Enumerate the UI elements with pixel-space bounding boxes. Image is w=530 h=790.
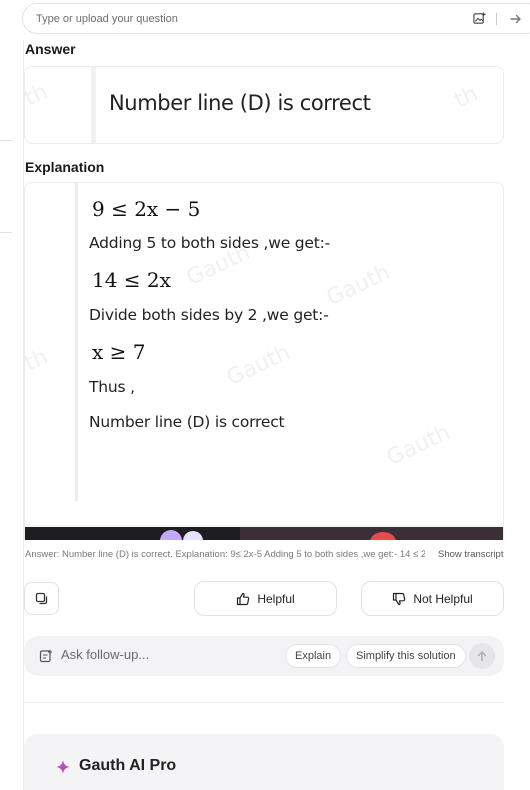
show-transcript-link[interactable]: Show transcript: [438, 549, 503, 560]
explain-chip[interactable]: Explain: [285, 644, 342, 668]
explanation-card-rule: [75, 183, 78, 501]
step-2-text: Divide both sides by 2 ,we get:-: [89, 306, 329, 324]
video-thumbnail-strip[interactable]: [25, 525, 503, 540]
watermark: th: [24, 344, 52, 377]
answer-text: Number line (D) is correct: [109, 91, 371, 115]
send-button[interactable]: [469, 643, 495, 669]
question-input[interactable]: [36, 12, 456, 25]
left-tick-mark: [0, 140, 12, 141]
helpful-label: Helpful: [257, 591, 295, 606]
explanation-heading: Explanation: [25, 159, 105, 175]
arrow-up-icon: [477, 651, 487, 662]
not-helpful-label: Not Helpful: [413, 591, 473, 606]
sparkle-icon: [56, 760, 70, 774]
section-divider: [24, 702, 504, 703]
equation-1: 9 ≤ 2x − 5: [92, 197, 201, 221]
edit-note-icon: [39, 650, 52, 663]
copy-icon: [35, 592, 47, 604]
follow-up-bar[interactable]: Explain Simplify this solution: [24, 636, 504, 676]
not-helpful-button[interactable]: Not Helpful: [361, 581, 504, 616]
answer-card: th th Number line (D) is correct: [24, 66, 504, 144]
watermark: Gauth: [322, 260, 395, 311]
step-4-text: Number line (D) is correct: [89, 413, 285, 431]
video-progress-track: [25, 525, 503, 527]
explanation-video-card[interactable]: Gauth Gauth Gauth Gauth th 9 ≤ 2x − 5 Ad…: [24, 182, 504, 540]
thumbs-up-icon: [237, 592, 250, 605]
video-strip-shape: [183, 531, 203, 540]
video-strip-shape: [160, 530, 182, 540]
answer-heading: Answer: [25, 41, 76, 57]
watermark: Gauth: [382, 420, 455, 471]
image-upload-icon[interactable]: [473, 12, 486, 25]
watermark: th: [24, 79, 52, 112]
watermark: Gauth: [222, 340, 295, 391]
search-bar-separator: [496, 13, 497, 25]
transcript-preview: Answer: Number line (D) is correct. Expl…: [25, 549, 425, 560]
gauth-pro-title: Gauth AI Pro: [79, 757, 177, 774]
follow-up-input[interactable]: [61, 647, 261, 662]
helpful-button[interactable]: Helpful: [194, 581, 337, 616]
watermark: th: [450, 81, 482, 114]
thumbs-down-icon: [393, 592, 406, 605]
left-tick-mark: [0, 232, 12, 233]
simplify-solution-chip[interactable]: Simplify this solution: [346, 644, 466, 668]
step-1-text: Adding 5 to both sides ,we get:-: [89, 234, 331, 252]
question-search-bar[interactable]: [22, 3, 530, 34]
copy-button[interactable]: [24, 582, 59, 615]
answer-card-rule: [91, 67, 96, 143]
step-3-text: Thus ,: [89, 378, 135, 396]
equation-3: x ≥ 7: [92, 340, 146, 364]
arrow-right-icon[interactable]: [507, 10, 525, 28]
gauth-pro-card[interactable]: Gauth AI Pro: [24, 734, 504, 790]
equation-2: 14 ≤ 2x: [92, 268, 171, 292]
